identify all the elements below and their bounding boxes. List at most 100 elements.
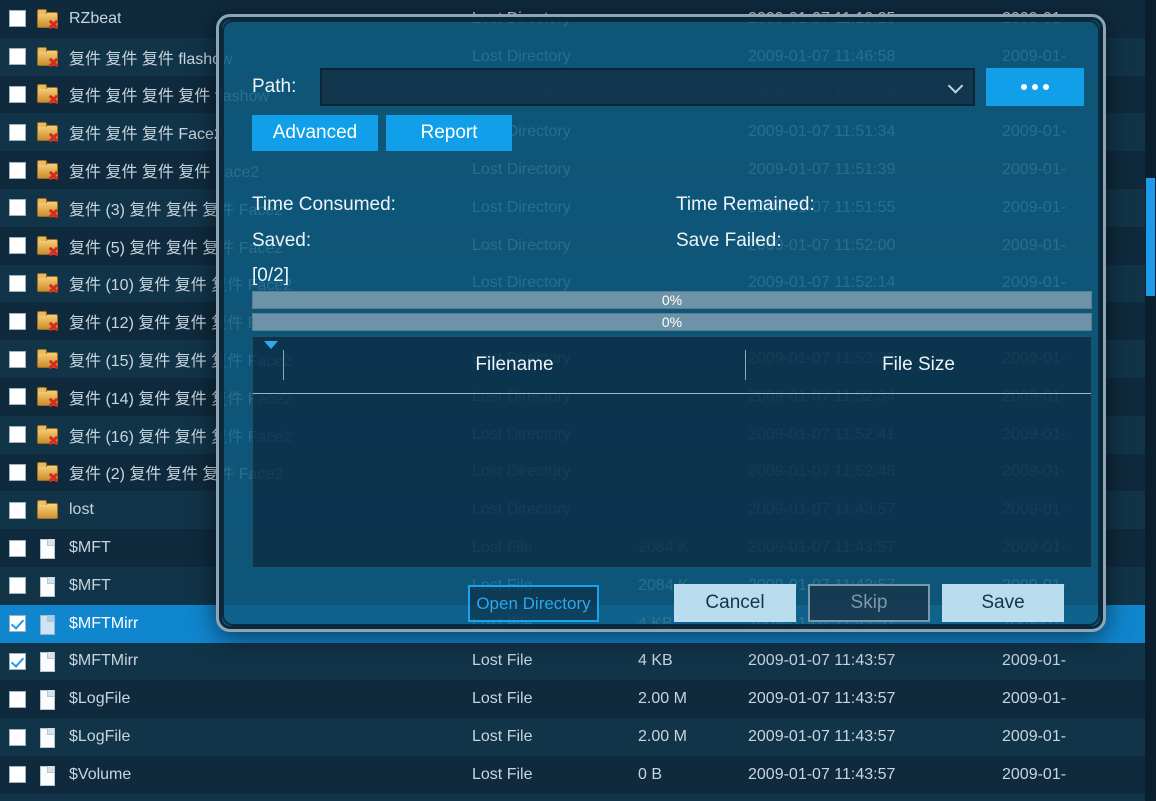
path-input[interactable] [322,70,973,104]
table-row[interactable]: $VolumeLost File0 B2009-01-07 11:43:5720… [0,794,1156,801]
row-checkbox[interactable] [9,615,26,632]
report-button[interactable]: Report [386,115,512,151]
row-checkbox[interactable] [9,502,26,519]
row-checkbox[interactable] [9,691,26,708]
row-checkbox[interactable] [9,10,26,27]
deleted-folder-icon [36,47,58,67]
open-directory-button[interactable]: Open Directory [468,585,599,622]
delete-x-icon [48,283,59,294]
deleted-folder-icon [36,160,58,180]
delete-x-icon [48,19,59,30]
deleted-folder-icon [36,236,58,256]
background-scrollbar[interactable] [1145,0,1156,801]
cell-size: 2.00 M [638,728,687,746]
table-header-row: Filename File Size [253,337,1091,394]
row-checkbox[interactable] [9,86,26,103]
deleted-folder-icon [36,349,58,369]
delete-x-icon [48,170,59,181]
cell-date-modified: 2009-01- [1002,690,1066,708]
saved-label: Saved: [252,230,676,252]
row-checkbox[interactable] [9,426,26,443]
deleted-folder-icon [36,84,58,104]
cell-filename: 复件 复件 复件 Face2 [69,120,223,144]
path-label: Path: [252,76,320,98]
save-failed-label: Save Failed: [676,230,1084,252]
delete-x-icon [48,359,59,370]
row-checkbox[interactable] [9,237,26,254]
overall-progress-bar: 0% [252,291,1092,309]
row-checkbox[interactable] [9,388,26,405]
row-checkbox[interactable] [9,199,26,216]
overall-progress-text: 0% [662,292,682,308]
cell-filename: $LogFile [69,728,130,746]
delete-x-icon [48,132,59,143]
browse-button[interactable] [986,68,1084,106]
delete-x-icon [48,94,59,105]
row-checkbox[interactable] [9,162,26,179]
cancel-button[interactable]: Cancel [674,584,796,622]
dialog-file-table[interactable]: Filename File Size [252,336,1092,568]
folder-icon [36,500,58,520]
row-checkbox[interactable] [9,124,26,141]
save-button[interactable]: Save [942,584,1064,622]
ellipsis-dot-icon [1032,84,1038,90]
dialog-action-buttons: Cancel Skip Save [674,584,1064,622]
row-checkbox[interactable] [9,540,26,557]
current-progress-text: 0% [662,314,682,330]
ellipsis-dot-icon [1021,84,1027,90]
deleted-folder-icon [36,425,58,445]
row-checkbox[interactable] [9,729,26,746]
table-row[interactable]: $LogFileLost File2.00 M2009-01-07 11:43:… [0,718,1156,756]
row-checkbox[interactable] [9,766,26,783]
cell-date-created: 2009-01-07 11:43:57 [748,690,895,708]
cell-type: Lost File [472,690,532,708]
background-scrollbar-thumb[interactable] [1146,178,1155,296]
delete-x-icon [48,397,59,408]
cell-size: 0 B [638,766,662,784]
row-checkbox[interactable] [9,653,26,670]
file-icon [36,614,58,634]
file-icon [36,765,58,785]
row-checkbox[interactable] [9,313,26,330]
cell-date-created: 2009-01-07 11:43:57 [748,652,895,670]
cell-date-modified: 2009-01- [1002,652,1066,670]
cell-type: Lost File [472,652,532,670]
table-body[interactable] [253,394,1091,568]
current-progress-bar: 0% [252,313,1092,331]
cell-filename: $Volume [69,766,131,784]
row-checkbox[interactable] [9,464,26,481]
cell-filename: RZbeat [69,10,121,28]
cell-filename: $MFTMirr [69,615,138,633]
table-row[interactable]: $LogFileLost File2.00 M2009-01-07 11:43:… [0,680,1156,718]
column-header-filesize[interactable]: File Size [746,354,1091,376]
path-combobox[interactable] [320,68,975,106]
row-checkbox[interactable] [9,577,26,594]
deleted-folder-icon [36,9,58,29]
deleted-folder-icon [36,311,58,331]
cell-size: 4 KB [638,652,673,670]
deleted-folder-icon [36,462,58,482]
cell-type: Lost File [472,766,532,784]
cell-filename: $MFTMirr [69,652,138,670]
column-header-filename[interactable]: Filename [284,354,745,376]
table-row[interactable]: $MFTMirr Lost File 4 KB 2009-01-07 11:43:57… [0,643,1156,681]
path-row: Path: [252,67,1084,107]
time-remained-label: Time Remained: [676,194,1084,216]
delete-x-icon [48,57,59,68]
file-icon [36,576,58,596]
file-icon [36,538,58,558]
row-checkbox[interactable] [9,48,26,65]
cell-date-created: 2009-01-07 11:43:57 [748,766,895,784]
cell-filename: 复件 复件 复件 flashow [69,45,233,69]
save-progress-dialog: Path: Advanced Report [216,14,1106,632]
delete-x-icon [48,208,59,219]
skip-button: Skip [808,584,930,622]
table-row[interactable]: $VolumeLost File0 B2009-01-07 11:43:5720… [0,756,1156,794]
ellipsis-dot-icon [1043,84,1049,90]
advanced-button[interactable]: Advanced [252,115,378,151]
dialog-inner-frame: Path: Advanced Report [222,20,1100,626]
row-checkbox[interactable] [9,351,26,368]
progress-counter: [0/2] [252,259,1084,293]
time-row: Time Consumed: Time Remained: [252,187,1084,223]
row-checkbox[interactable] [9,275,26,292]
